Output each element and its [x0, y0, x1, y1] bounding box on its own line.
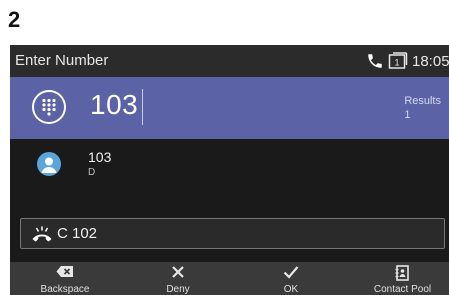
backspace-icon	[56, 266, 73, 277]
softkey-bar: Backspace Deny OK Contact Pool	[10, 262, 449, 295]
deny-label: Deny	[166, 284, 190, 295]
deny-button[interactable]: Deny	[133, 262, 223, 295]
screen-title: Enter Number	[15, 52, 109, 69]
close-icon	[172, 266, 184, 278]
phone-icon	[368, 54, 382, 68]
check-icon	[283, 266, 299, 279]
contact-number: 103	[88, 149, 112, 165]
results-count: 1	[404, 109, 411, 121]
contact-book-icon	[395, 265, 409, 281]
keypad-button[interactable]	[32, 90, 66, 124]
contact-pool-button[interactable]: Contact Pool	[356, 262, 449, 295]
text-cursor	[142, 89, 143, 125]
entered-number[interactable]: 103	[90, 89, 138, 121]
list-item[interactable]: 103 D	[10, 139, 449, 189]
ok-button[interactable]: OK	[246, 262, 336, 295]
contact-pool-label: Contact Pool	[373, 284, 432, 295]
backspace-label: Backspace	[40, 284, 90, 295]
held-call-label: C 102	[57, 225, 98, 242]
held-call-bar[interactable]: C 102	[20, 218, 445, 249]
number-entry-bar[interactable]: 103 Results 1	[10, 77, 449, 139]
status-area: 1 18:05	[366, 51, 449, 71]
phone-screen: Enter Number 1 18:05 103 Results 1 103 D…	[10, 45, 449, 295]
hangup-handset-icon	[32, 226, 52, 242]
dialpad-icon	[42, 98, 56, 116]
svg-text:1: 1	[394, 58, 399, 68]
contact-detail: D	[88, 167, 96, 178]
results-counter: Results 1	[404, 94, 441, 122]
clock: 18:05	[412, 52, 449, 70]
step-number: 2	[8, 7, 21, 32]
results-label: Results	[404, 95, 441, 107]
backspace-button[interactable]: Backspace	[20, 262, 110, 295]
line-box-icon: 1	[388, 52, 408, 69]
title-bar: Enter Number 1 18:05	[10, 45, 449, 77]
contact-icon	[37, 152, 61, 176]
ok-label: OK	[283, 284, 299, 295]
